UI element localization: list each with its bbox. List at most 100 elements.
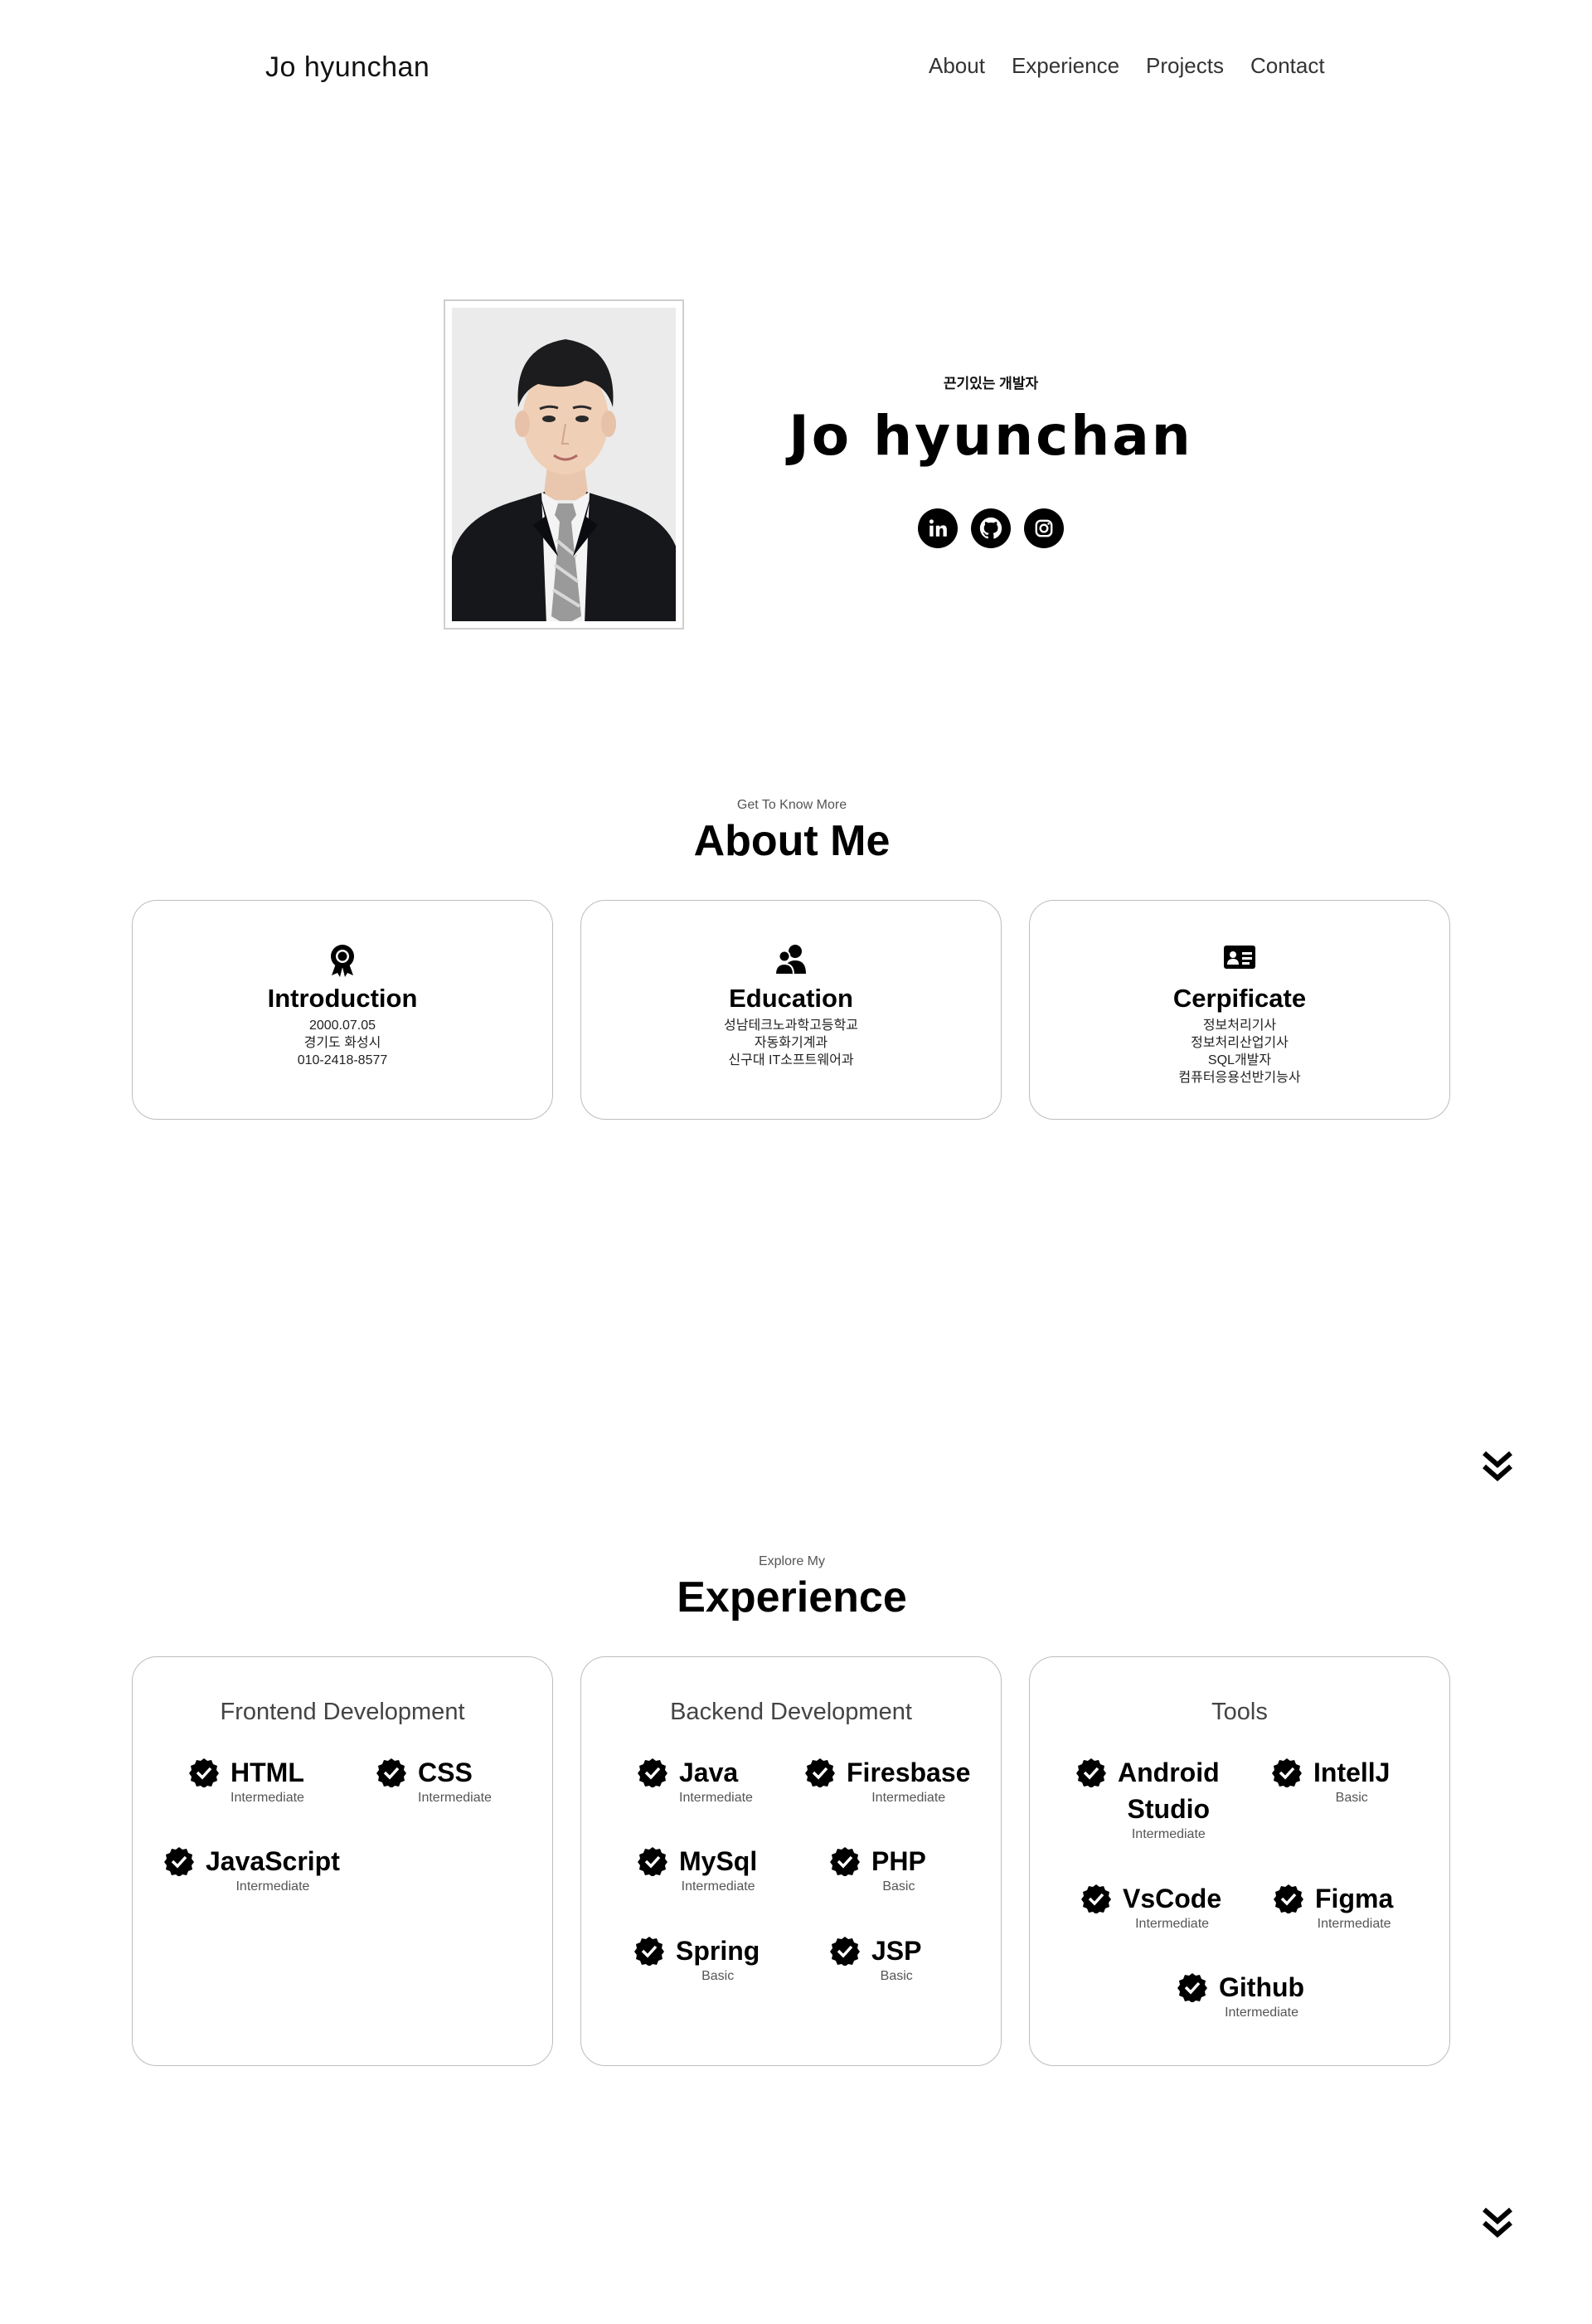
nav-link-about[interactable]: About: [929, 53, 985, 79]
verified-check-icon: [830, 1937, 860, 1966]
hero-name: Jo hyunchan: [789, 404, 1193, 468]
skill-level: Intermediate: [231, 1791, 304, 1805]
about-title: About Me: [693, 817, 891, 865]
skill-level: Intermediate: [1225, 2006, 1298, 2020]
card-body: 정보처리기사 정보처리산업기사 SQL개발자 컴퓨터응용선반기능사: [1030, 1017, 1449, 1087]
skill-java: Java Intermediate: [638, 1754, 753, 1806]
profile-photo: [452, 308, 676, 621]
github-icon[interactable]: [971, 508, 1011, 548]
skill-name: Spring: [676, 1936, 760, 1966]
skill-level: Intermediate: [235, 1879, 310, 1894]
verified-check-icon: [830, 1847, 860, 1876]
verified-check-icon: [638, 1758, 667, 1787]
card-title: Frontend Development: [220, 1699, 465, 1725]
skill-level: Basic: [1335, 1791, 1368, 1805]
nav-link-contact[interactable]: Contact: [1250, 53, 1325, 79]
location-text: 경기도 화성시: [303, 1036, 381, 1050]
hero-subtitle: 끈기있는 개발자: [943, 376, 1039, 391]
certificate-item: 컴퓨터응용선반기능사: [1178, 1071, 1301, 1085]
about-card-introduction: Introduction 2000.07.05 경기도 화성시 010-2418…: [132, 900, 553, 1120]
birthdate-text: 2000.07.05: [308, 1019, 376, 1033]
verified-check-icon: [1274, 1884, 1303, 1913]
experience-subtitle: Explore My: [758, 1554, 826, 1568]
skill-css: CSS Intermediate: [376, 1754, 492, 1806]
verified-check-icon: [638, 1847, 667, 1876]
hero-text: 끈기있는 개발자 Jo hyunchan: [746, 372, 1235, 548]
experience-card-tools: Tools Android Studio Intermediate IntellJ…: [1029, 1656, 1450, 2066]
experience-title: Experience: [677, 1573, 907, 1621]
about-card-education: Education 성남테크노과학고등학교 자동화기계과 신구대 IT소프트웨어…: [580, 900, 1002, 1120]
skill-php: PHP Basic: [830, 1843, 926, 1894]
skill-name: Firesbase: [847, 1758, 971, 1787]
skill-name: CSS: [418, 1758, 473, 1787]
card-title: Cerpificate: [1172, 984, 1307, 1013]
card-body: 성남테크노과학고등학교 자동화기계과 신구대 IT소프트웨어과: [581, 1017, 1001, 1069]
nav-link-projects[interactable]: Projects: [1146, 53, 1224, 79]
skill-level: Intermediate: [871, 1791, 946, 1805]
skill-name: Github: [1219, 1972, 1305, 2002]
skill-level: Intermediate: [1131, 1827, 1206, 1841]
social-links: [746, 508, 1235, 548]
skill-level: Basic: [701, 1969, 735, 1983]
skill-javascript: JavaScript Intermediate: [164, 1843, 340, 1894]
certificate-item: SQL개발자: [1207, 1053, 1272, 1067]
skill-level: Intermediate: [1317, 1917, 1391, 1931]
skill-name: Java: [679, 1758, 739, 1787]
skill-name: MySql: [679, 1846, 758, 1876]
skill-name: Figma: [1315, 1884, 1394, 1913]
skill-name: HTML: [231, 1758, 304, 1787]
certificate-item: 정보처리산업기사: [1191, 1036, 1289, 1050]
experience-header: Explore My Experience: [0, 1554, 1584, 1621]
skill-firebase: Firesbase Intermediate: [805, 1754, 970, 1806]
skill-name: Android Studio: [1118, 1754, 1220, 1827]
instagram-icon[interactable]: [1024, 508, 1064, 548]
skill-name: JSP: [871, 1936, 922, 1966]
scroll-down-icon[interactable]: [1479, 1448, 1516, 1485]
skill-name-line: Android: [1118, 1758, 1220, 1787]
certificate-item: 정보처리기사: [1202, 1019, 1277, 1033]
card-title: Backend Development: [670, 1699, 912, 1725]
verified-check-icon: [164, 1847, 194, 1876]
skill-name: VsCode: [1123, 1884, 1222, 1913]
skill-intellij: IntellJ Basic: [1272, 1754, 1390, 1806]
skill-jsp: JSP Basic: [830, 1933, 921, 1984]
site-logo[interactable]: Jo hyunchan: [265, 51, 430, 84]
nav-link-experience[interactable]: Experience: [1012, 53, 1119, 79]
users-icon: [581, 944, 1001, 977]
verified-check-icon: [1081, 1884, 1111, 1913]
experience-card-backend: Backend Development Java Intermediate Fi…: [580, 1656, 1002, 2066]
skill-android-studio: Android Studio Intermediate: [1076, 1754, 1220, 1842]
skill-level: Intermediate: [1135, 1917, 1210, 1931]
scroll-down-icon[interactable]: [1479, 2205, 1516, 2241]
university-text: 신구대 IT소프트웨어과: [728, 1053, 854, 1067]
phone-text: 010-2418-8577: [297, 1053, 388, 1067]
card-title: Tools: [1211, 1699, 1268, 1725]
verified-check-icon: [634, 1937, 664, 1966]
card-body: 2000.07.05 경기도 화성시 010-2418-8577: [133, 1017, 552, 1069]
verified-check-icon: [1272, 1758, 1302, 1787]
id-card-icon: [1030, 944, 1449, 977]
verified-check-icon: [376, 1758, 406, 1787]
skill-level: Intermediate: [679, 1791, 753, 1805]
skill-level: Basic: [880, 1969, 913, 1983]
skill-vscode: VsCode Intermediate: [1081, 1880, 1221, 1932]
profile-portrait: [452, 308, 676, 621]
skill-level: Intermediate: [681, 1879, 755, 1894]
skill-name-line: Studio: [1127, 1794, 1211, 1824]
skill-mysql: MySql Intermediate: [638, 1843, 757, 1894]
about-header: Get To Know More About Me: [0, 798, 1584, 865]
top-navigation: Jo hyunchan About Experience Projects Co…: [0, 0, 1592, 139]
skill-name: PHP: [871, 1846, 926, 1876]
skill-level: Intermediate: [418, 1791, 492, 1805]
skill-name: JavaScript: [206, 1846, 340, 1876]
verified-check-icon: [1177, 1973, 1207, 2002]
award-icon: [133, 944, 552, 977]
verified-check-icon: [189, 1758, 219, 1787]
school-text: 성남테크노과학고등학교: [724, 1019, 858, 1033]
verified-check-icon: [1076, 1758, 1106, 1787]
linkedin-icon[interactable]: [918, 508, 958, 548]
card-title: Introduction: [267, 984, 418, 1013]
about-card-certificate: Cerpificate 정보처리기사 정보처리산업기사 SQL개발자 컴퓨터응용…: [1029, 900, 1450, 1120]
card-title: Education: [729, 984, 853, 1013]
major-text: 자동화기계과: [754, 1036, 828, 1050]
